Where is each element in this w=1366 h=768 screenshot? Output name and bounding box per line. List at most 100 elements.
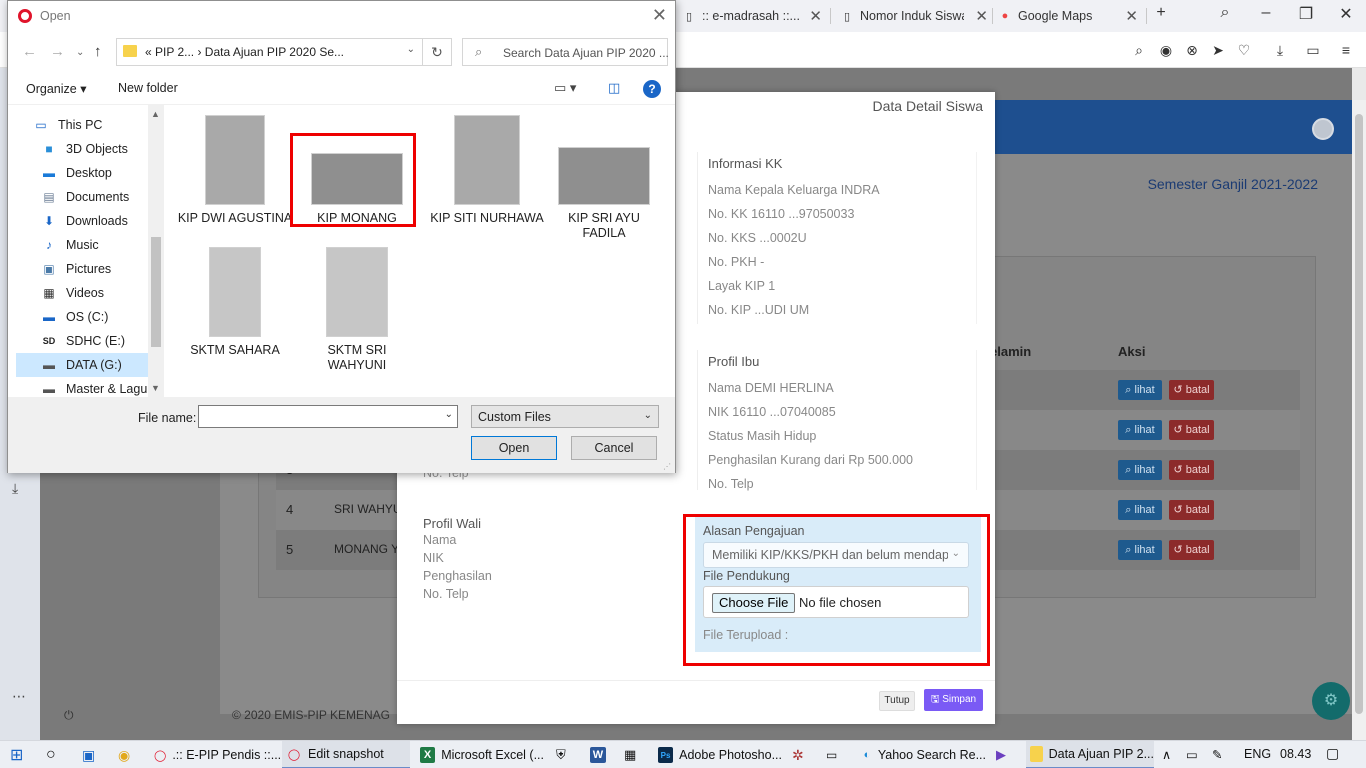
taskbar-item-photoshop[interactable]: Ps Adobe Photosho... (654, 741, 782, 768)
lihat-button[interactable]: ⌕ lihat (1118, 460, 1162, 480)
batal-button[interactable]: ↺ batal (1169, 500, 1214, 520)
scroll-down-icon[interactable]: ▼ (151, 383, 160, 393)
batal-button[interactable]: ↺ batal (1169, 380, 1214, 400)
scroll-up-icon[interactable]: ▲ (151, 109, 160, 119)
close-window-icon[interactable]: ✕ (1336, 4, 1356, 24)
resize-grip-icon[interactable]: ⋰ (663, 462, 671, 471)
power-icon[interactable]: ⏻ (64, 708, 74, 723)
organize-button[interactable]: Organize ▾ (26, 81, 86, 96)
lihat-button[interactable]: ⌕ lihat (1118, 420, 1162, 440)
nav-item-3d-objects[interactable]: ■ 3D Objects (16, 137, 156, 161)
send-icon[interactable]: ➤ (1210, 42, 1226, 58)
refresh-button[interactable]: ↻ (422, 38, 452, 66)
nav-item-os-c[interactable]: ▬ OS (C:) (16, 305, 156, 329)
lihat-button[interactable]: ⌕ lihat (1118, 500, 1162, 520)
search-circle-icon[interactable]: ○ (46, 741, 56, 768)
heart-icon[interactable]: ♡ (1236, 42, 1252, 58)
nav-item-documents[interactable]: ▤ Documents (16, 185, 156, 209)
tab-nomor-induk[interactable]: ▯ Nomor Induk Siswa ✕ (840, 4, 988, 28)
file-type-select[interactable]: Custom Files ⌄ (471, 405, 659, 428)
start-icon[interactable]: ⊞ (10, 741, 23, 768)
chevron-up-icon[interactable]: ∧ (1162, 747, 1171, 762)
close-icon[interactable]: ✕ (652, 5, 667, 26)
battery-icon[interactable]: ▭ (1186, 747, 1198, 762)
tutup-button[interactable]: Tutup (879, 691, 915, 711)
search-tabs-icon[interactable]: ⌕ (1215, 4, 1235, 22)
taskbar-item-data-ajuan[interactable]: Data Ajuan PIP 2... (1026, 741, 1154, 768)
notification-icon[interactable]: ▢ (1326, 745, 1339, 762)
more-icon[interactable]: ⋯ (12, 688, 26, 705)
open-button[interactable]: Open (471, 436, 557, 460)
word-icon[interactable]: W (590, 741, 612, 768)
gear-icon[interactable]: ⚙ (1312, 682, 1350, 720)
app-icon[interactable]: ✲ (792, 741, 804, 768)
minimize-icon[interactable]: – (1256, 4, 1276, 22)
language-indicator[interactable]: ENG (1244, 747, 1271, 761)
camera-icon[interactable]: ◉ (1158, 42, 1174, 58)
forward-arrow-icon[interactable]: → (50, 43, 65, 60)
download-icon[interactable]: ⤓ (12, 480, 18, 497)
nav-item-data-g[interactable]: ▬ DATA (G:) (16, 353, 156, 377)
tab-google-maps[interactable]: ● Google Maps ✕ (998, 4, 1138, 28)
nav-item-pictures[interactable]: ▣ Pictures (16, 257, 156, 281)
avatar[interactable] (1312, 118, 1334, 140)
file-sktm-sahara[interactable]: SKTM SAHARA (176, 247, 294, 358)
download-icon[interactable]: ⤓ (1272, 42, 1288, 58)
batal-button[interactable]: ↺ batal (1169, 540, 1214, 560)
block-icon[interactable]: ⊗ (1184, 42, 1200, 58)
task-view-icon[interactable]: ▣ (82, 741, 95, 768)
shield-icon[interactable]: ⛨ (556, 741, 566, 768)
pen-icon[interactable]: ✎ (1212, 747, 1222, 762)
batal-button[interactable]: ↺ batal (1169, 460, 1214, 480)
nav-item-downloads[interactable]: ⬇ Downloads (16, 209, 156, 233)
battery-icon[interactable]: ▭ (1305, 42, 1321, 58)
nav-item-music[interactable]: ♪ Music (16, 233, 156, 257)
taskbar-item-excel[interactable]: X Microsoft Excel (... (416, 741, 544, 768)
nav-item-desktop[interactable]: ▬ Desktop (16, 161, 156, 185)
up-arrow-icon[interactable]: ↑ (94, 43, 102, 60)
file-kip-sri-ayu-fadila[interactable]: KIP SRI AYU FADILA (545, 115, 663, 241)
clock[interactable]: 08.43 (1280, 747, 1311, 761)
close-tab-icon[interactable]: ✕ (1125, 7, 1138, 25)
cmd-icon[interactable]: ▭ (826, 741, 837, 768)
scrollbar-thumb[interactable] (151, 237, 161, 347)
cancel-button[interactable]: Cancel (571, 436, 657, 460)
file-kip-siti-nurhawa[interactable]: KIP SITI NURHAWA (428, 115, 546, 226)
taskbar-item-epip[interactable]: ◯ .:: E-PIP Pendis ::.... (150, 741, 285, 768)
lihat-button[interactable]: ⌕ lihat (1118, 540, 1162, 560)
tab-emadrasah[interactable]: ▯ :: e-madrasah ::... ✕ (682, 4, 822, 28)
taskbar-item-edit-snapshot[interactable]: ◯ Edit snapshot (282, 741, 410, 768)
file-name-input[interactable]: ⌄ (198, 405, 458, 428)
nav-item-videos[interactable]: ▦ Videos (16, 281, 156, 305)
back-arrow-icon[interactable]: ← (22, 43, 37, 60)
batal-button[interactable]: ↺ batal (1169, 420, 1214, 440)
media-player-icon[interactable]: ▶ (996, 741, 1006, 768)
menu-icon[interactable]: ≡ (1338, 42, 1354, 58)
nav-item-sdhc-e[interactable]: SD SDHC (E:) (16, 329, 156, 353)
chrome-icon[interactable]: ◉ (118, 741, 130, 768)
chevron-down-icon[interactable]: ⌄ (445, 409, 453, 420)
zoom-icon[interactable]: ⌕ (1131, 42, 1147, 58)
scrollbar-thumb[interactable] (1355, 114, 1363, 714)
taskbar-item-yahoo[interactable]: ◐ Yahoo Search Re... (858, 741, 986, 768)
restore-icon[interactable]: ❐ (1296, 4, 1316, 24)
file-kip-dwi-agustina[interactable]: KIP DWI AGUSTINA (176, 115, 294, 226)
chevron-down-icon[interactable]: ⌄ (407, 44, 415, 55)
close-tab-icon[interactable]: ✕ (809, 7, 822, 25)
nav-pane-scrollbar[interactable]: ▲ ▼ (148, 105, 164, 397)
close-tab-icon[interactable]: ✕ (975, 7, 988, 25)
dialog-search-input[interactable]: ⌕ Search Data Ajuan PIP 2020 ... (462, 38, 669, 66)
new-folder-button[interactable]: New folder (118, 81, 178, 95)
lihat-button[interactable]: ⌕ lihat (1118, 380, 1162, 400)
new-tab-icon[interactable]: + (1151, 4, 1171, 22)
view-options-icon[interactable]: ▭ ▾ (554, 80, 576, 96)
calculator-icon[interactable]: ▦ (624, 741, 636, 768)
help-icon[interactable]: ? (643, 80, 661, 98)
recent-dropdown-icon[interactable]: ⌄ (76, 47, 84, 58)
page-scrollbar[interactable] (1352, 100, 1366, 740)
address-bar[interactable]: « PIP 2... › Data Ajuan PIP 2020 Se... ⌄ (116, 38, 444, 66)
simpan-button[interactable]: 🖫 Simpan (924, 689, 983, 711)
nav-item-this-pc[interactable]: ▭ This PC (16, 113, 156, 137)
preview-pane-icon[interactable]: ◫ (608, 80, 620, 96)
file-sktm-sri-wahyuni[interactable]: SKTM SRI WAHYUNI (298, 247, 416, 373)
